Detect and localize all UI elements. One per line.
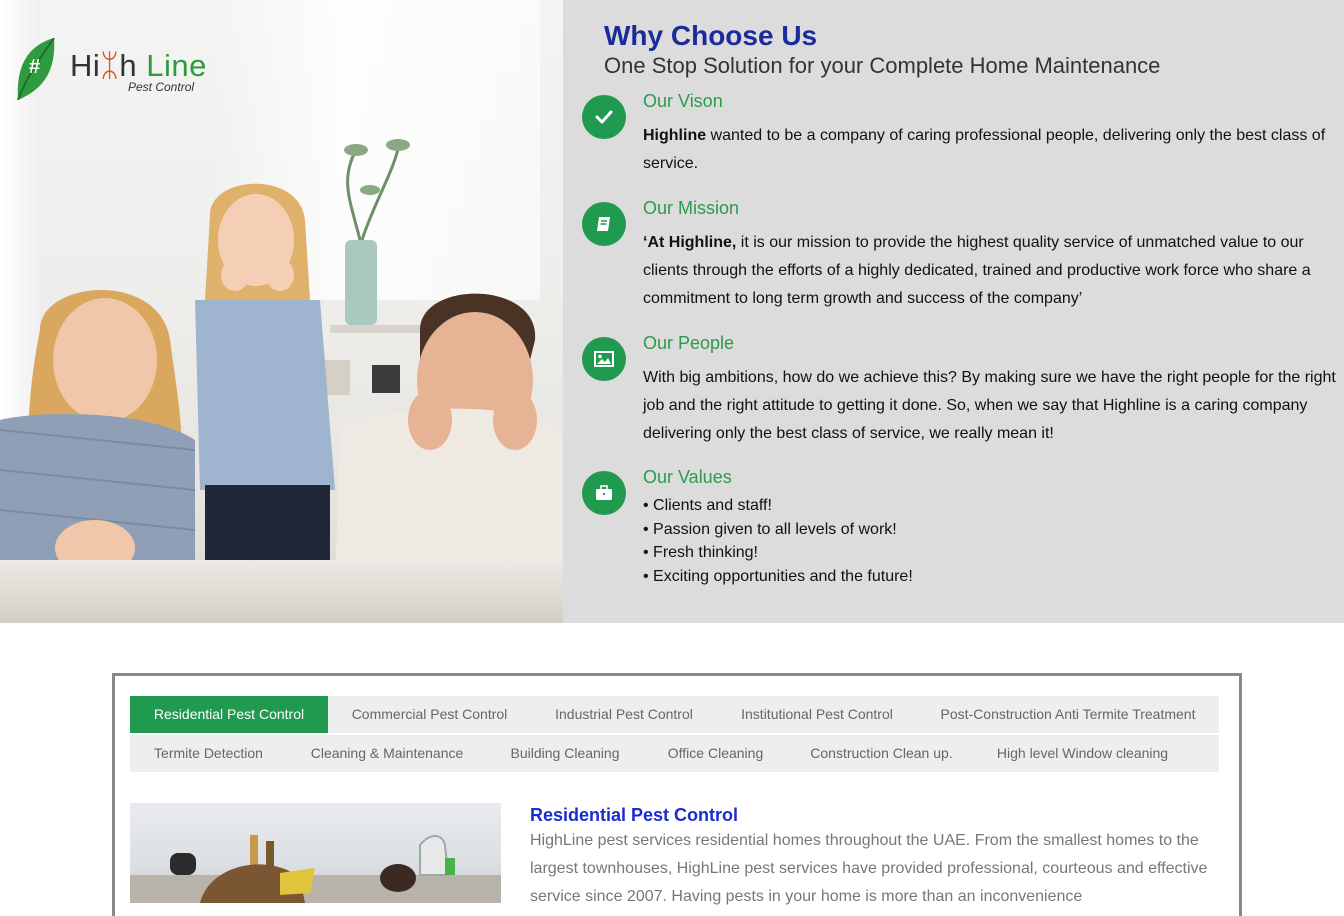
tab-construction-clean-up[interactable]: Construction Clean up. (788, 735, 975, 772)
highline-logo[interactable]: # Hiᛯh Line Pest Control (16, 38, 226, 100)
feature-text: With big ambitions, how do we achieve th… (643, 369, 1336, 442)
tab-cleaning-maintenance[interactable]: Cleaning & Maintenance (287, 735, 487, 772)
list-item: Passion given to all levels of work! (643, 518, 1343, 542)
residential-service-photo (130, 803, 501, 903)
services-tabs-row-1: Residential Pest Control Commercial Pest… (130, 696, 1219, 733)
list-item: Fresh thinking! (643, 541, 1343, 565)
vision-icon-badge (582, 95, 626, 139)
feature-title: Our Values (643, 467, 732, 487)
why-choose-us-heading: Why Choose Us One Stop Solution for your… (604, 18, 1160, 79)
check-icon (595, 110, 613, 124)
leaf-logo-icon: # (17, 38, 55, 100)
logo-wordmark: Hiᛯh Line (70, 48, 207, 84)
tab-residential-pest-control[interactable]: Residential Pest Control (130, 696, 328, 733)
section-title: Why Choose Us (604, 20, 818, 51)
tab-industrial-pest-control[interactable]: Industrial Pest Control (531, 696, 717, 733)
values-list: Clients and staff! Passion given to all … (643, 494, 1343, 589)
section-subtitle: One Stop Solution for your Complete Home… (604, 53, 1161, 78)
tab-termite-detection[interactable]: Termite Detection (130, 735, 287, 772)
tab-high-level-window-cleaning[interactable]: High level Window cleaning (975, 735, 1190, 772)
tab-commercial-pest-control[interactable]: Commercial Pest Control (328, 696, 531, 733)
hero-section: # Hiᛯh Line Pest Control Why Choose Us O… (0, 0, 1344, 623)
feature-lead: ‘At Highline, (643, 234, 737, 251)
services-panel: Residential Pest Control Commercial Pest… (112, 673, 1242, 916)
ant-icon: ᛯ (100, 48, 120, 83)
tab-institutional-pest-control[interactable]: Institutional Pest Control (717, 696, 917, 733)
service-content-text: HighLine pest services residential homes… (530, 832, 1208, 905)
logo-word-h: h (119, 48, 138, 83)
svg-text:#: # (29, 56, 40, 78)
feature-title: Our People (643, 333, 735, 353)
feature-text: ‘At Highline, it is our mission to provi… (643, 229, 1343, 313)
list-item: Exciting opportunities and the future! (643, 565, 1343, 589)
feature-body: wanted to be a company of caring profess… (643, 127, 1326, 172)
book-icon (597, 217, 610, 231)
family-photo: # Hiᛯh Line Pest Control (0, 0, 563, 623)
bed-blanket (0, 560, 563, 623)
logo-tagline: Pest Control (128, 80, 195, 94)
kitchen-illustration (130, 835, 501, 903)
mission-icon-badge (582, 202, 626, 246)
feature-title: Our Vison (643, 91, 723, 111)
briefcase-icon (596, 485, 612, 500)
feature-body: it is our mission to provide the highest… (643, 234, 1311, 307)
image-icon (594, 351, 614, 367)
list-item: Clients and staff! (643, 494, 1343, 518)
people-icon-badge (582, 337, 626, 381)
services-tabs-row-2: Termite Detection Cleaning & Maintenance… (130, 735, 1219, 772)
logo-word-hi: Hi (70, 48, 101, 83)
tab-office-cleaning[interactable]: Office Cleaning (643, 735, 788, 772)
values-icon-badge (582, 471, 626, 515)
tab-post-construction-anti-termite[interactable]: Post-Construction Anti Termite Treatment (917, 696, 1219, 733)
tab-building-cleaning[interactable]: Building Cleaning (487, 735, 643, 772)
feature-lead: Highline (643, 127, 707, 144)
logo-word-line: Line (146, 48, 207, 83)
feature-title: Our Mission (643, 198, 740, 218)
service-content-title: Residential Pest Control (530, 805, 739, 825)
feature-text: Highline wanted to be a company of carin… (643, 122, 1343, 178)
